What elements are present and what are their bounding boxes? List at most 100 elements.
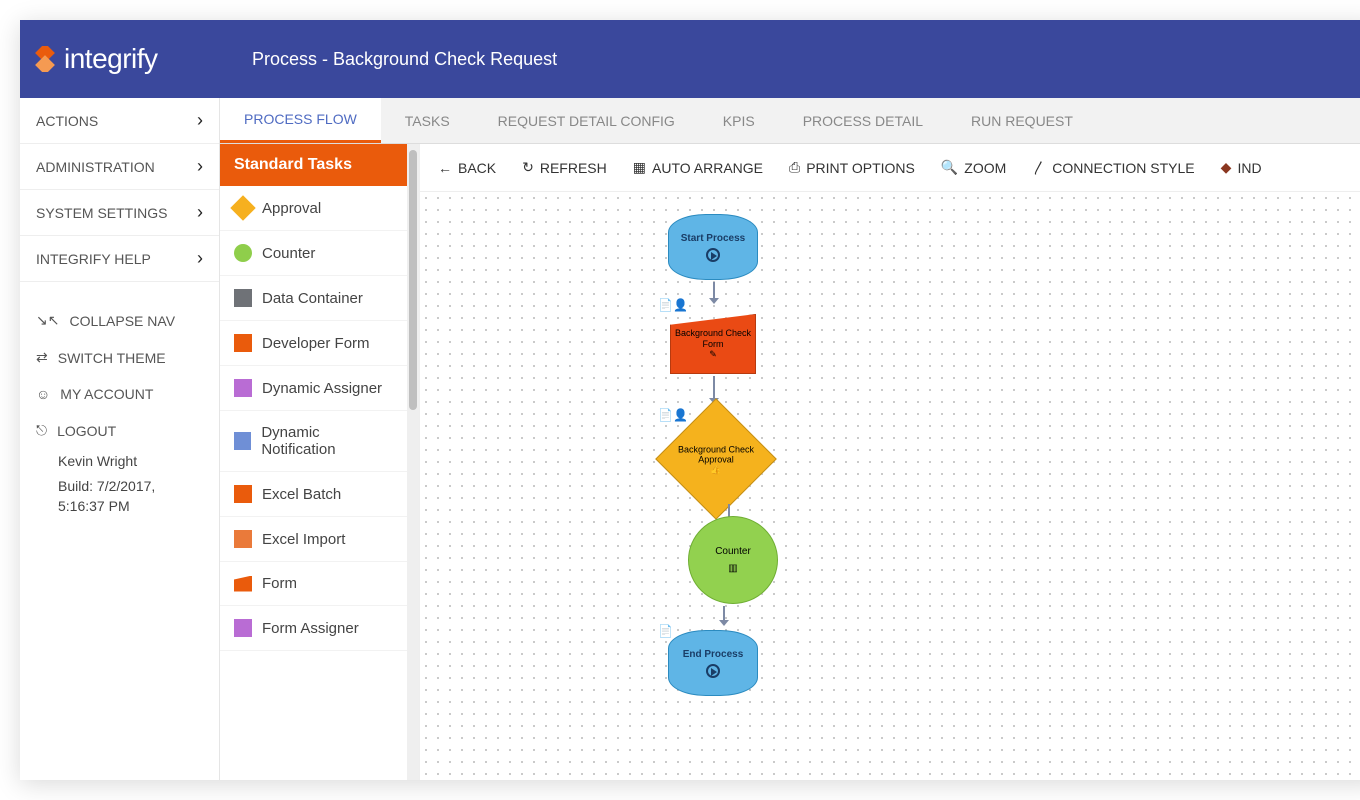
nav-label: ACTIONS [36, 113, 98, 129]
chevron-right-icon: › [197, 202, 203, 223]
approval-icon [230, 195, 255, 220]
indicator-button[interactable]: ◆IND [1221, 159, 1262, 176]
doc-person-icon: 📄👤 [658, 298, 688, 312]
task-palette: Standard Tasks Approval Counter Data Con… [220, 144, 420, 780]
flow-arrow [723, 606, 725, 622]
zoom-icon: 🔍 [941, 159, 958, 176]
print-options-button[interactable]: ⎙PRINT OPTIONS [789, 159, 915, 176]
nav-logout[interactable]: ⎋ LOGOUT [20, 412, 219, 449]
nav-my-account[interactable]: ☺MY ACCOUNT [20, 376, 219, 412]
node-background-check-form[interactable]: Background Check Form ✎ [670, 314, 756, 374]
zoom-button[interactable]: 🔍ZOOM [941, 159, 1006, 176]
palette-item-form-assigner[interactable]: Form Assigner [220, 606, 407, 651]
dynamic-assigner-icon [234, 379, 252, 397]
nav-label: SYSTEM SETTINGS [36, 205, 167, 221]
nav-label: ADMINISTRATION [36, 159, 155, 175]
page-title: Process - Background Check Request [252, 49, 557, 70]
tab-tasks[interactable]: TASKS [381, 98, 474, 143]
tab-kpis[interactable]: KPIS [699, 98, 779, 143]
grid-icon: ▦ [633, 159, 646, 176]
palette-item-counter[interactable]: Counter [220, 231, 407, 276]
toolbar-label: BACK [458, 160, 496, 176]
data-container-icon [234, 289, 252, 307]
current-user: Kevin Wright [20, 449, 219, 471]
back-button[interactable]: ← BACK [438, 160, 496, 176]
node-counter[interactable]: Counter ▥ [688, 516, 778, 604]
indicator-icon: ◆ [1221, 159, 1232, 176]
nav-link-label: SWITCH THEME [58, 350, 166, 366]
nav-system-settings[interactable]: SYSTEM SETTINGS › [20, 190, 219, 236]
connection-style-button[interactable]: 〳CONNECTION STYLE [1032, 158, 1194, 178]
auto-arrange-button[interactable]: ▦AUTO ARRANGE [633, 159, 763, 176]
palette-item-developer-form[interactable]: Developer Form [220, 321, 407, 366]
palette-item-label: Form [262, 575, 297, 592]
palette-item-label: Approval [262, 200, 321, 217]
counter-icon [234, 244, 252, 262]
tab-label: PROCESS FLOW [244, 111, 357, 127]
account-icon: ☺ [36, 386, 50, 402]
excel-batch-icon [234, 485, 252, 503]
logout-icon: ⎋ [36, 422, 47, 439]
node-label: End Process [683, 649, 744, 660]
nav-link-label: LOGOUT [57, 423, 116, 439]
toolbar-label: PRINT OPTIONS [806, 160, 915, 176]
palette-item-label: Counter [262, 245, 315, 262]
tab-bar: PROCESS FLOW TASKS REQUEST DETAIL CONFIG… [220, 98, 1360, 144]
palette-item-label: Excel Import [262, 531, 345, 548]
build-info: Build: 7/2/2017, 5:16:37 PM [20, 471, 219, 518]
nav-label: INTEGRIFY HELP [36, 251, 151, 267]
form-assigner-icon [234, 619, 252, 637]
form-icon [234, 576, 252, 592]
thumbs-up-icon: 👍 [710, 465, 721, 475]
node-background-check-approval[interactable]: Background Check Approval 👍 [673, 416, 759, 502]
palette-item-label: Developer Form [262, 335, 370, 352]
back-arrow-icon: ← [438, 160, 452, 176]
palette-item-form[interactable]: Form [220, 562, 407, 606]
tab-process-flow[interactable]: PROCESS FLOW [220, 98, 381, 143]
palette-item-approval[interactable]: Approval [220, 186, 407, 231]
tab-label: PROCESS DETAIL [803, 113, 923, 129]
flow-arrow [713, 376, 715, 400]
palette-heading: Standard Tasks [220, 144, 407, 186]
palette-scrollbar[interactable] [407, 144, 419, 780]
play-icon [706, 664, 720, 678]
palette-item-dynamic-notification[interactable]: Dynamic Notification [220, 411, 407, 472]
tab-process-detail[interactable]: PROCESS DETAIL [779, 98, 947, 143]
tab-label: REQUEST DETAIL CONFIG [498, 113, 675, 129]
scrollbar-thumb[interactable] [409, 150, 417, 410]
refresh-button[interactable]: ↻ REFRESH [522, 159, 607, 176]
nav-switch-theme[interactable]: ⇄SWITCH THEME [20, 339, 219, 376]
canvas-toolbar: ← BACK ↻ REFRESH ▦AUTO ARRANGE ⎙PRINT OPTI… [420, 144, 1360, 192]
app-window: integrify Process - Background Check Req… [20, 20, 1360, 780]
node-end-process[interactable]: End Process [668, 630, 758, 696]
palette-item-data-container[interactable]: Data Container [220, 276, 407, 321]
tab-label: RUN REQUEST [971, 113, 1073, 129]
nav-link-label: COLLAPSE NAV [69, 313, 175, 329]
nav-actions[interactable]: ACTIONS› [20, 98, 219, 144]
node-start-process[interactable]: Start Process [668, 214, 758, 280]
data-icon: ▥ [728, 563, 737, 574]
palette-item-label: Dynamic Assigner [262, 380, 382, 397]
toolbar-label: CONNECTION STYLE [1052, 160, 1194, 176]
tab-run-request[interactable]: RUN REQUEST [947, 98, 1097, 143]
nav-administration[interactable]: ADMINISTRATION› [20, 144, 219, 190]
nav-collapse[interactable]: ↘↖COLLAPSE NAV [20, 302, 219, 339]
app-header: integrify Process - Background Check Req… [20, 20, 1360, 98]
brand-logo[interactable]: integrify [32, 43, 222, 75]
palette-item-dynamic-assigner[interactable]: Dynamic Assigner [220, 366, 407, 411]
palette-item-label: Form Assigner [262, 620, 359, 637]
nav-integrify-help[interactable]: INTEGRIFY HELP› [20, 236, 219, 282]
pencil-icon: ✎ [709, 349, 717, 360]
refresh-icon: ↻ [522, 159, 534, 176]
play-icon [706, 248, 720, 262]
flow-canvas[interactable]: Start Process 📄👤 Background Check Form ✎ [420, 192, 1360, 780]
palette-item-excel-batch[interactable]: Excel Batch [220, 472, 407, 517]
node-label: Background Check Approval [673, 446, 759, 466]
tab-label: KPIS [723, 113, 755, 129]
palette-item-excel-import[interactable]: Excel Import [220, 517, 407, 562]
tab-request-detail-config[interactable]: REQUEST DETAIL CONFIG [474, 98, 699, 143]
palette-item-label: Data Container [262, 290, 363, 307]
tab-label: TASKS [405, 113, 450, 129]
toolbar-label: REFRESH [540, 160, 607, 176]
dynamic-notification-icon [234, 432, 251, 450]
